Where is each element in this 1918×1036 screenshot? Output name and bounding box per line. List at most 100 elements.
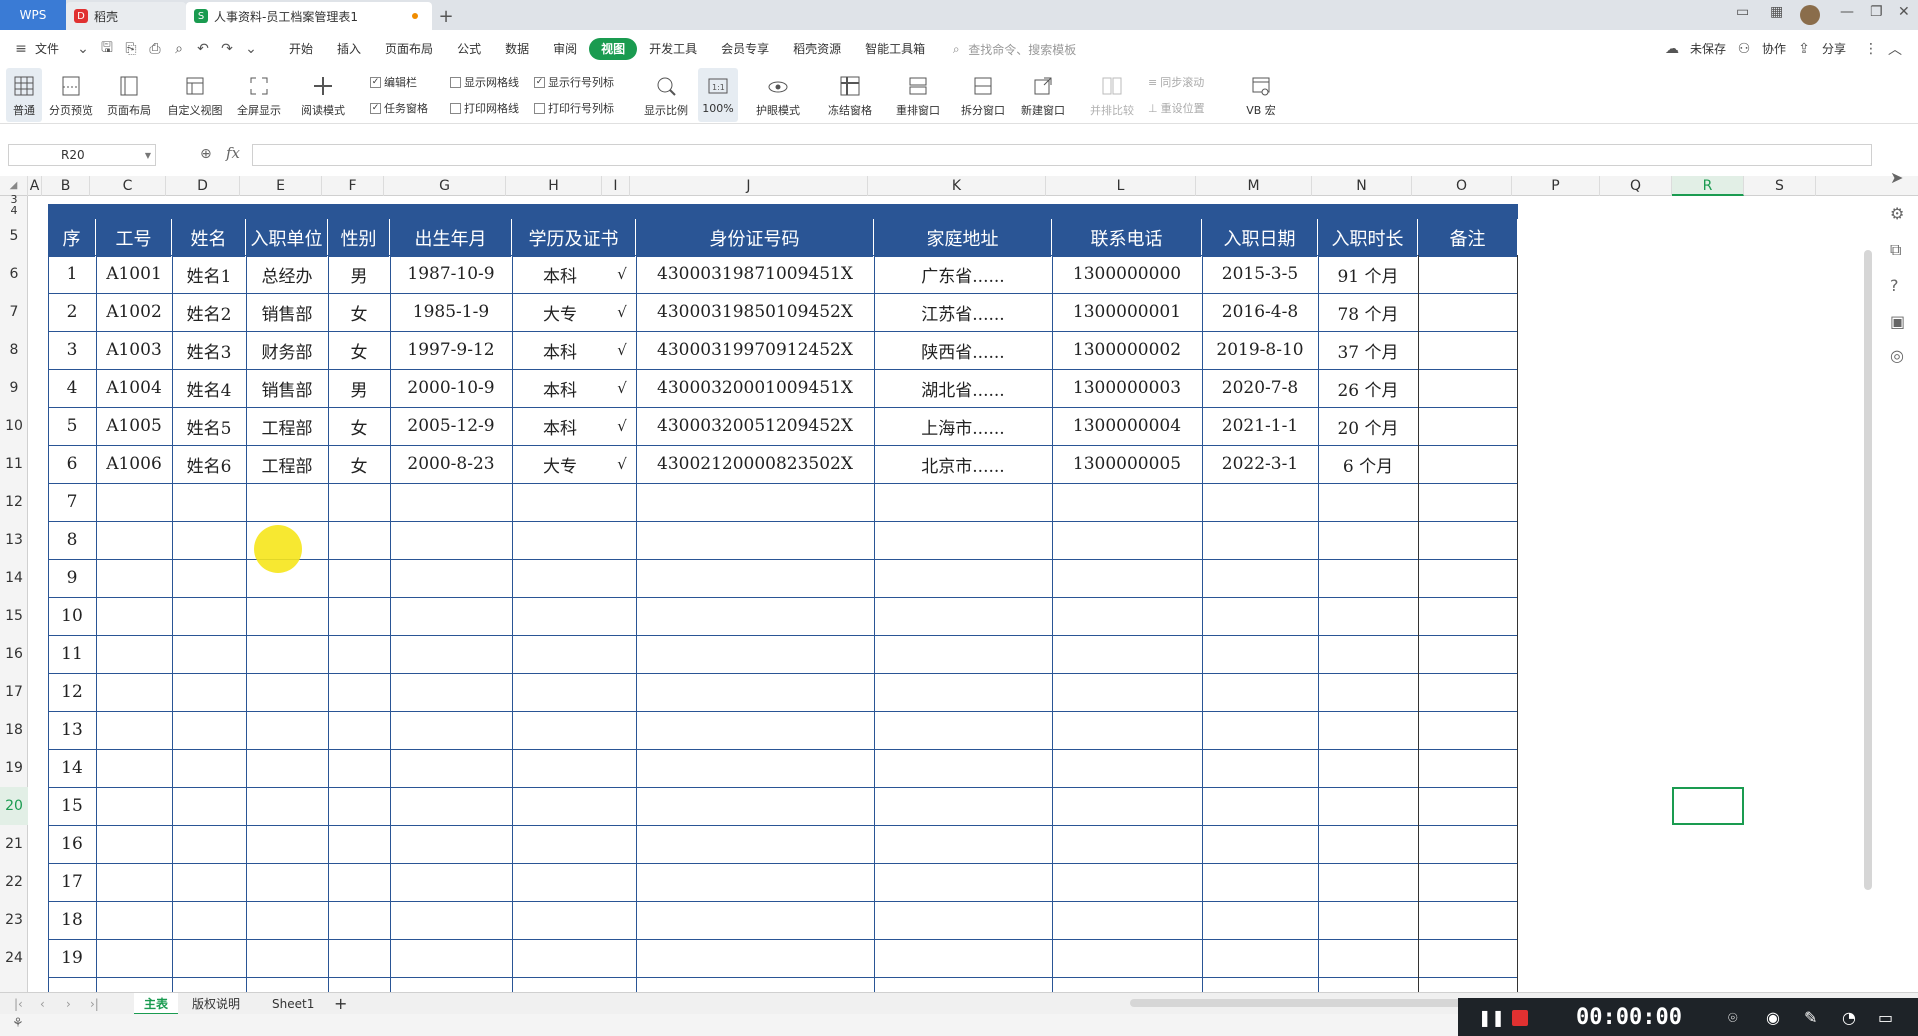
- table-cell[interactable]: 2021-1-1: [1202, 407, 1318, 445]
- row-header-14[interactable]: 14: [0, 559, 28, 597]
- selected-cell[interactable]: [1672, 787, 1744, 825]
- column-header-j[interactable]: J: [630, 176, 868, 196]
- check-task-pane[interactable]: ✓ 任务窗格: [370, 100, 428, 116]
- table-cell[interactable]: 本科: [512, 369, 608, 407]
- avatar[interactable]: [1800, 5, 1820, 25]
- row-header-3[interactable]: 3: [0, 194, 28, 205]
- row-header-10[interactable]: 10: [0, 407, 28, 445]
- table-header-cell[interactable]: 入职日期: [1202, 219, 1318, 257]
- table-header-cell[interactable]: 联系电话: [1052, 219, 1202, 257]
- table-cell[interactable]: 15: [48, 787, 96, 825]
- layers-icon[interactable]: ⧉: [1890, 240, 1901, 260]
- collab-button[interactable]: 协作: [1756, 38, 1792, 60]
- table-cell[interactable]: 37 个月: [1318, 331, 1418, 369]
- column-header-r[interactable]: R: [1672, 176, 1744, 196]
- zoom-button[interactable]: 显示比例: [640, 68, 692, 122]
- table-cell[interactable]: 工程部: [246, 407, 328, 445]
- vb-macro-button[interactable]: VB 宏: [1236, 68, 1286, 122]
- table-cell[interactable]: 姓名1: [172, 255, 246, 293]
- table-cell[interactable]: A1004: [96, 369, 172, 407]
- table-cell[interactable]: 8: [48, 521, 96, 559]
- table-cell[interactable]: 本科: [512, 407, 608, 445]
- zoom-in-icon[interactable]: ⊕: [200, 146, 212, 162]
- save-icon[interactable]: 🖫: [98, 40, 116, 58]
- table-cell[interactable]: 1300000004: [1052, 407, 1202, 445]
- print-icon[interactable]: ⎙: [146, 40, 164, 58]
- table-cell[interactable]: 11: [48, 635, 96, 673]
- table-cell[interactable]: 16: [48, 825, 96, 863]
- column-header-q[interactable]: Q: [1600, 176, 1672, 196]
- table-cell[interactable]: 43000319871009451X: [636, 255, 874, 293]
- table-cell[interactable]: 陕西省......: [874, 331, 1052, 369]
- row-header-20[interactable]: 20: [0, 787, 28, 825]
- table-cell[interactable]: A1006: [96, 445, 172, 483]
- table-cell[interactable]: 2019-8-10: [1202, 331, 1318, 369]
- table-header-cell[interactable]: 家庭地址: [874, 219, 1052, 257]
- column-header-b[interactable]: B: [42, 176, 90, 196]
- check-show-headings[interactable]: ✓ 显示行号列标: [534, 74, 614, 90]
- row-header-17[interactable]: 17: [0, 673, 28, 711]
- pause-icon[interactable]: ❚❚: [1478, 1008, 1505, 1027]
- row-header-12[interactable]: 12: [0, 483, 28, 521]
- column-header-k[interactable]: K: [868, 176, 1046, 196]
- table-cell[interactable]: 14: [48, 749, 96, 787]
- table-cell[interactable]: 2016-4-8: [1202, 293, 1318, 331]
- table-cell[interactable]: 1: [48, 255, 96, 293]
- menu-page-layout[interactable]: 页面布局: [373, 38, 445, 60]
- table-cell[interactable]: 工程部: [246, 445, 328, 483]
- table-cell[interactable]: 13: [48, 711, 96, 749]
- table-cell[interactable]: √: [608, 293, 636, 331]
- table-cell[interactable]: 1987-10-9: [390, 255, 512, 293]
- first-sheet-icon[interactable]: |‹: [14, 993, 23, 1015]
- fullscreen-button[interactable]: 全屏显示: [234, 68, 284, 122]
- table-cell[interactable]: √: [608, 255, 636, 293]
- normal-view-button[interactable]: 普通: [6, 68, 42, 122]
- menu-daoke-resources[interactable]: 稻壳资源: [781, 38, 853, 60]
- row-header-21[interactable]: 21: [0, 825, 28, 863]
- check-formula-bar[interactable]: ✓ 编辑栏: [370, 74, 417, 90]
- table-cell[interactable]: 湖北省......: [874, 369, 1052, 407]
- table-cell[interactable]: √: [608, 369, 636, 407]
- undo-icon[interactable]: ↶: [194, 40, 212, 58]
- table-cell[interactable]: 6 个月: [1318, 445, 1418, 483]
- camera-icon[interactable]: ◉: [1766, 1008, 1780, 1027]
- table-cell[interactable]: 43000320051209452X: [636, 407, 874, 445]
- table-cell[interactable]: 本科: [512, 331, 608, 369]
- eye-protection-button[interactable]: 护眼模式: [752, 68, 804, 122]
- collapse-ribbon-icon[interactable]: ︿: [1886, 40, 1904, 58]
- table-cell[interactable]: 女: [328, 445, 390, 483]
- row-header-6[interactable]: 6: [0, 255, 28, 293]
- reset-position-button[interactable]: ⊥ 重设位置: [1148, 100, 1205, 116]
- row-header-13[interactable]: 13: [0, 521, 28, 559]
- column-header-p[interactable]: P: [1512, 176, 1600, 196]
- column-header-f[interactable]: F: [322, 176, 384, 196]
- sheet-tab-main[interactable]: 主表: [134, 993, 179, 1015]
- column-header-c[interactable]: C: [90, 176, 166, 196]
- zoom-100-button[interactable]: 1:1 100%: [698, 68, 738, 122]
- table-cell[interactable]: 大专: [512, 445, 608, 483]
- table-cell[interactable]: A1003: [96, 331, 172, 369]
- menu-member[interactable]: 会员专享: [709, 38, 781, 60]
- grid-icon[interactable]: ▦: [1770, 4, 1783, 20]
- table-cell[interactable]: 5: [48, 407, 96, 445]
- column-header-g[interactable]: G: [384, 176, 506, 196]
- table-cell[interactable]: 12: [48, 673, 96, 711]
- sheet-tab-sheet1[interactable]: Sheet1: [272, 993, 314, 1015]
- stop-icon[interactable]: [1512, 1010, 1528, 1026]
- check-show-gridlines[interactable]: 显示网格线: [450, 74, 519, 90]
- column-header-i[interactable]: I: [602, 176, 630, 196]
- custom-view-button[interactable]: 自定义视图: [164, 68, 226, 122]
- side-by-side-button[interactable]: 并排比较: [1086, 68, 1138, 122]
- table-cell[interactable]: 43000320001009451X: [636, 369, 874, 407]
- table-cell[interactable]: 91 个月: [1318, 255, 1418, 293]
- search-input[interactable]: 查找命令、搜索模板: [968, 41, 1076, 58]
- table-cell[interactable]: 1997-9-12: [390, 331, 512, 369]
- table-header-cell[interactable]: 出生年月: [390, 219, 512, 257]
- row-header-16[interactable]: 16: [0, 635, 28, 673]
- tab-daoke[interactable]: D 稻壳: [66, 2, 186, 30]
- table-cell[interactable]: 17: [48, 863, 96, 901]
- tab-wps[interactable]: WPS: [0, 0, 66, 30]
- column-header-e[interactable]: E: [240, 176, 322, 196]
- table-cell[interactable]: 姓名4: [172, 369, 246, 407]
- table-cell[interactable]: 78 个月: [1318, 293, 1418, 331]
